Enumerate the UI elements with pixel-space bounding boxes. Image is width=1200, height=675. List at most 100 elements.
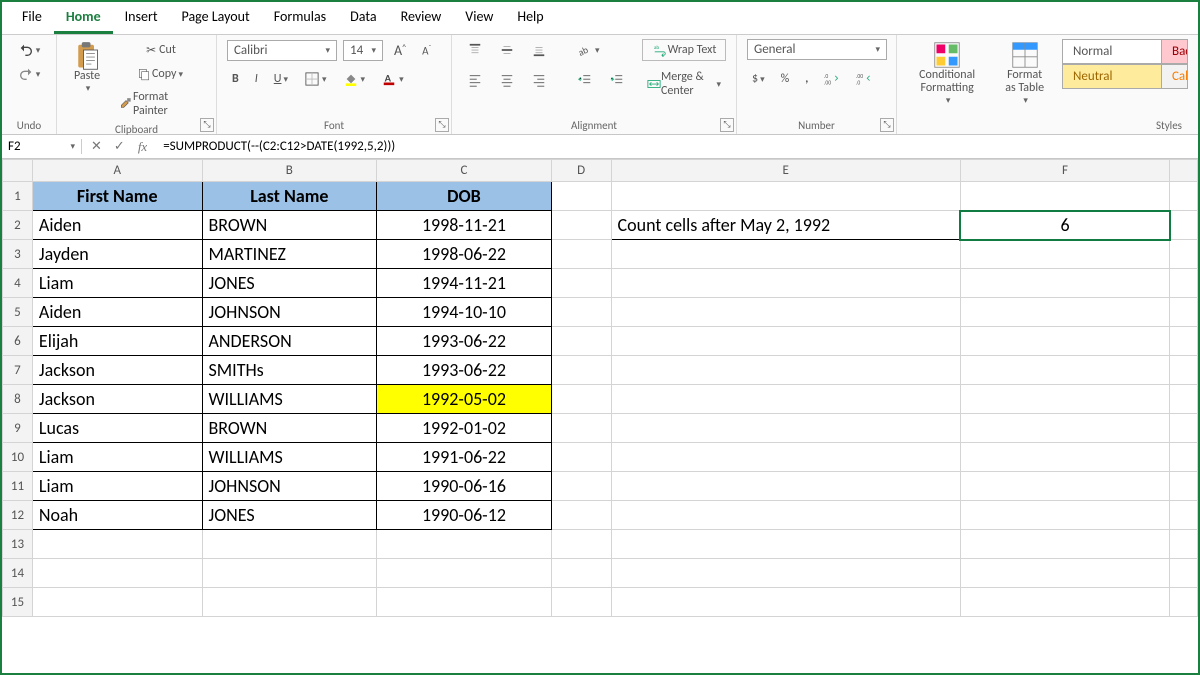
cell-D15[interactable] xyxy=(551,588,611,617)
align-bottom-button[interactable] xyxy=(526,39,552,61)
cell-B14[interactable] xyxy=(202,559,377,588)
cell-B2[interactable]: BROWN xyxy=(202,211,377,240)
cell-C15[interactable] xyxy=(377,588,552,617)
cell-G10[interactable] xyxy=(1170,443,1198,472)
cell-E8[interactable] xyxy=(611,385,960,414)
col-header-G[interactable] xyxy=(1170,160,1198,182)
cell-A14[interactable] xyxy=(32,559,202,588)
format-as-table-button[interactable]: Format as Table▾ xyxy=(995,39,1054,108)
clipboard-dialog-launcher[interactable]: ⤡ xyxy=(200,118,214,132)
cell-style-bad[interactable]: Bad xyxy=(1162,39,1188,64)
cell-E3[interactable] xyxy=(611,240,960,269)
cell-F7[interactable] xyxy=(960,356,1169,385)
cut-button[interactable]: ✂ Cut xyxy=(113,39,206,61)
cell-C11[interactable]: 1990-06-16 xyxy=(377,472,552,501)
italic-button[interactable]: I xyxy=(250,69,263,89)
orientation-button[interactable]: ab▾ xyxy=(572,39,605,61)
cell-G15[interactable] xyxy=(1170,588,1198,617)
cell-B1[interactable]: Last Name xyxy=(202,182,377,211)
bold-button[interactable]: B xyxy=(227,69,244,89)
name-box[interactable]: F2▾ xyxy=(2,139,82,154)
row-header[interactable]: 8 xyxy=(3,385,33,414)
tab-help[interactable]: Help xyxy=(505,4,555,34)
cell-E14[interactable] xyxy=(611,559,960,588)
cell-D14[interactable] xyxy=(551,559,611,588)
cell-B6[interactable]: ANDERSON xyxy=(202,327,377,356)
row-header[interactable]: 4 xyxy=(3,269,33,298)
cell-A15[interactable] xyxy=(32,588,202,617)
cell-D8[interactable] xyxy=(551,385,611,414)
row-header[interactable]: 7 xyxy=(3,356,33,385)
cell-B13[interactable] xyxy=(202,530,377,559)
cell-F10[interactable] xyxy=(960,443,1169,472)
increase-indent-button[interactable] xyxy=(604,69,630,91)
tab-formulas[interactable]: Formulas xyxy=(262,4,338,34)
cell-B12[interactable]: JONES xyxy=(202,501,377,530)
cell-A3[interactable]: Jayden xyxy=(32,240,202,269)
cell-F11[interactable] xyxy=(960,472,1169,501)
cell-B5[interactable]: JOHNSON xyxy=(202,298,377,327)
cell-C8[interactable]: 1992-05-02 xyxy=(377,385,552,414)
cell-C1[interactable]: DOB xyxy=(377,182,552,211)
cell-A6[interactable]: Elijah xyxy=(32,327,202,356)
cell-D3[interactable] xyxy=(551,240,611,269)
row-header[interactable]: 9 xyxy=(3,414,33,443)
undo-button[interactable]: ▾ xyxy=(12,39,46,61)
cell-style-neutral[interactable]: Neutral xyxy=(1062,64,1162,89)
tab-data[interactable]: Data xyxy=(338,4,388,34)
cell-B10[interactable]: WILLIAMS xyxy=(202,443,377,472)
cell-A1[interactable]: First Name xyxy=(32,182,202,211)
align-middle-button[interactable] xyxy=(494,39,520,61)
cell-E9[interactable] xyxy=(611,414,960,443)
cell-G7[interactable] xyxy=(1170,356,1198,385)
col-header-E[interactable]: E xyxy=(611,160,960,182)
cell-D1[interactable] xyxy=(551,182,611,211)
cell-D7[interactable] xyxy=(551,356,611,385)
cell-F1[interactable] xyxy=(960,182,1169,211)
cell-F2[interactable]: 6 xyxy=(960,211,1169,240)
cell-B8[interactable]: WILLIAMS xyxy=(202,385,377,414)
cell-D9[interactable] xyxy=(551,414,611,443)
cell-A9[interactable]: Lucas xyxy=(32,414,202,443)
fill-color-button[interactable]: ▾ xyxy=(338,68,371,90)
row-header[interactable]: 10 xyxy=(3,443,33,472)
tab-page-layout[interactable]: Page Layout xyxy=(170,4,262,34)
row-header[interactable]: 13 xyxy=(3,530,33,559)
cell-A13[interactable] xyxy=(32,530,202,559)
cell-C2[interactable]: 1998-11-21 xyxy=(377,211,552,240)
cell-G9[interactable] xyxy=(1170,414,1198,443)
cell-E6[interactable] xyxy=(611,327,960,356)
row-header[interactable]: 15 xyxy=(3,588,33,617)
underline-button[interactable]: U▾ xyxy=(269,69,293,89)
font-size-select[interactable]: 14▾ xyxy=(343,40,383,61)
decrease-decimal-button[interactable]: .00.0 xyxy=(851,68,877,90)
row-header[interactable]: 12 xyxy=(3,501,33,530)
cell-G6[interactable] xyxy=(1170,327,1198,356)
cell-style-normal[interactable]: Normal xyxy=(1062,39,1162,64)
font-dialog-launcher[interactable]: ⤡ xyxy=(435,118,449,132)
row-header[interactable]: 11 xyxy=(3,472,33,501)
cell-D11[interactable] xyxy=(551,472,611,501)
increase-font-button[interactable]: A^ xyxy=(389,39,411,62)
font-color-button[interactable]: A▾ xyxy=(376,68,409,90)
tab-file[interactable]: File xyxy=(10,4,54,34)
row-header[interactable]: 3 xyxy=(3,240,33,269)
cell-G2[interactable] xyxy=(1170,211,1198,240)
cell-E4[interactable] xyxy=(611,269,960,298)
borders-button[interactable]: ▾ xyxy=(299,68,332,90)
cell-E11[interactable] xyxy=(611,472,960,501)
align-right-button[interactable] xyxy=(526,69,552,91)
format-painter-button[interactable]: Format Painter xyxy=(113,87,206,121)
fx-icon[interactable]: fx xyxy=(132,139,153,155)
cell-A10[interactable]: Liam xyxy=(32,443,202,472)
accounting-format-button[interactable]: $▾ xyxy=(747,69,770,89)
comma-format-button[interactable]: , xyxy=(800,69,813,89)
align-top-button[interactable] xyxy=(462,39,488,61)
cell-D10[interactable] xyxy=(551,443,611,472)
cell-C13[interactable] xyxy=(377,530,552,559)
redo-button[interactable]: ▾ xyxy=(12,63,46,85)
cell-C10[interactable]: 1991-06-22 xyxy=(377,443,552,472)
cell-E12[interactable] xyxy=(611,501,960,530)
cell-F6[interactable] xyxy=(960,327,1169,356)
copy-button[interactable]: Copy▾ xyxy=(113,63,206,85)
